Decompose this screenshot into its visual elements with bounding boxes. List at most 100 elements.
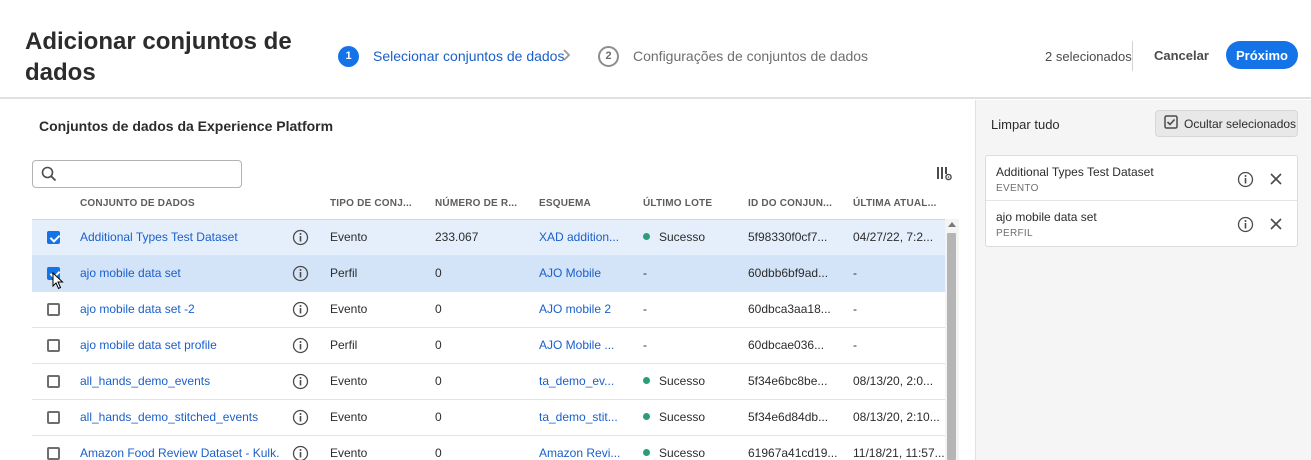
dataset-id: 60dbca3aa18... — [748, 302, 831, 316]
row-checkbox[interactable] — [47, 339, 60, 352]
last-updated: 08/13/20, 2:0... — [853, 374, 934, 388]
dataset-name[interactable]: all_hands_demo_stitched_events — [80, 410, 280, 424]
column-settings-icon[interactable] — [936, 165, 952, 186]
last-batch-status: Sucesso — [643, 446, 705, 460]
datasets-table: Additional Types Test Dataset Evento 233… — [32, 219, 945, 460]
schema-link[interactable]: Amazon Revi... — [539, 446, 620, 460]
table-row[interactable]: ajo mobile data set Perfil 0 AJO Mobile … — [32, 256, 945, 292]
table-row[interactable]: ajo mobile data set profile Perfil 0 AJO… — [32, 328, 945, 364]
step-1-number: 1 — [338, 45, 359, 67]
row-checkbox[interactable] — [47, 411, 60, 424]
record-count: 0 — [435, 302, 442, 316]
record-count: 0 — [435, 266, 442, 280]
last-batch-status: - — [643, 338, 647, 352]
step-1[interactable]: 1 Selecionar conjuntos de dados — [338, 45, 564, 67]
schema-link[interactable]: AJO Mobile — [539, 266, 601, 280]
status-success-dot — [643, 413, 650, 420]
dataset-name[interactable]: Additional Types Test Dataset — [80, 230, 280, 244]
record-count: 0 — [435, 446, 442, 460]
next-button[interactable]: Próximo — [1226, 41, 1298, 69]
column-header-records[interactable]: NÚMERO DE R... — [435, 198, 517, 209]
column-header-updated[interactable]: ÚLTIMA ATUAL... — [853, 198, 937, 209]
selected-panel: Limpar tudo Ocultar selecionados Additio… — [975, 100, 1311, 460]
section-title: Conjuntos de dados da Experience Platfor… — [39, 118, 334, 134]
chevron-right-icon — [562, 48, 572, 67]
list-item: Additional Types Test Dataset EVENTO — [986, 156, 1297, 201]
row-checkbox[interactable] — [47, 303, 60, 316]
column-header-last-batch[interactable]: ÚLTIMO LOTE — [643, 198, 712, 209]
info-icon[interactable] — [1237, 171, 1254, 193]
close-icon[interactable] — [1269, 217, 1283, 236]
table-row[interactable]: Additional Types Test Dataset Evento 233… — [32, 220, 945, 256]
table-row[interactable]: all_hands_demo_events Evento 0 ta_demo_e… — [32, 364, 945, 400]
dataset-name[interactable]: Amazon Food Review Dataset - Kulk... — [80, 446, 280, 460]
last-updated: - — [853, 302, 857, 316]
hide-selected-label: Ocultar selecionados — [1184, 116, 1297, 131]
table-header: CONJUNTO DE DADOS TIPO DE CONJ... NÚMERO… — [32, 196, 944, 218]
step-2-number: 2 — [598, 45, 619, 67]
scroll-thumb[interactable] — [947, 233, 956, 460]
info-icon[interactable] — [292, 265, 309, 287]
table-row[interactable]: Amazon Food Review Dataset - Kulk... Eve… — [32, 436, 945, 460]
dataset-name[interactable]: ajo mobile data set profile — [80, 338, 280, 352]
dataset-name[interactable]: ajo mobile data set -2 — [80, 302, 280, 316]
selected-count: 2 selecionados — [1045, 49, 1132, 64]
record-count: 0 — [435, 410, 442, 424]
status-success-dot — [643, 233, 650, 240]
column-header-type[interactable]: TIPO DE CONJ... — [330, 198, 412, 209]
dataset-name[interactable]: ajo mobile data set — [80, 266, 280, 280]
close-icon[interactable] — [1269, 172, 1283, 191]
search-input[interactable] — [32, 160, 242, 188]
selected-datasets-list: Additional Types Test Dataset EVENTO ajo… — [985, 155, 1298, 247]
last-batch-status: Sucesso — [643, 230, 705, 244]
selected-dataset-type: PERFIL — [996, 228, 1033, 239]
clear-all-button[interactable]: Limpar tudo — [991, 117, 1060, 132]
row-checkbox[interactable] — [47, 231, 60, 244]
last-batch-status: Sucesso — [643, 374, 705, 388]
row-checkbox[interactable] — [47, 375, 60, 388]
table-row[interactable]: ajo mobile data set -2 Evento 0 AJO mobi… — [32, 292, 945, 328]
table-scrollbar[interactable] — [945, 219, 959, 460]
schema-link[interactable]: ta_demo_stit... — [539, 410, 618, 424]
table-row[interactable]: all_hands_demo_stitched_events Evento 0 … — [32, 400, 945, 436]
info-icon[interactable] — [292, 409, 309, 431]
page-title: Adicionar conjuntos de dados — [25, 28, 292, 86]
info-icon[interactable] — [292, 337, 309, 359]
dataset-id: 5f34e6bc8be... — [748, 374, 828, 388]
info-icon[interactable] — [292, 373, 309, 395]
column-header-dataset[interactable]: CONJUNTO DE DADOS — [80, 198, 195, 209]
dataset-id: 60dbcae036... — [748, 338, 825, 352]
list-item: ajo mobile data set PERFIL — [986, 201, 1297, 246]
info-icon[interactable] — [1237, 216, 1254, 238]
cancel-button[interactable]: Cancelar — [1145, 41, 1218, 69]
dataset-id: 5f98330f0cf7... — [748, 230, 828, 244]
selected-dataset-name: Additional Types Test Dataset — [996, 165, 1154, 179]
schema-link[interactable]: XAD addition... — [539, 230, 619, 244]
column-header-id[interactable]: ID DO CONJUN... — [748, 198, 832, 209]
info-icon[interactable] — [292, 229, 309, 251]
schema-link[interactable]: AJO mobile 2 — [539, 302, 611, 316]
mouse-cursor-icon — [52, 271, 64, 295]
dataset-name[interactable]: all_hands_demo_events — [80, 374, 280, 388]
row-checkbox[interactable] — [47, 447, 60, 460]
hide-selected-button[interactable]: Ocultar selecionados — [1155, 110, 1298, 137]
schema-link[interactable]: ta_demo_ev... — [539, 374, 614, 388]
record-count: 0 — [435, 374, 442, 388]
record-count: 233.067 — [435, 230, 479, 244]
last-batch-status: - — [643, 302, 647, 316]
schema-link[interactable]: AJO Mobile ... — [539, 338, 614, 352]
step-2-label: Configurações de conjuntos de dados — [633, 48, 869, 64]
scroll-up-arrow-icon[interactable] — [948, 222, 956, 227]
last-batch-status: Sucesso — [643, 410, 705, 424]
step-2[interactable]: 2 Configurações de conjuntos de dados — [598, 45, 868, 67]
dataset-type: Evento — [330, 374, 368, 388]
column-header-schema[interactable]: ESQUEMA — [539, 198, 591, 209]
dataset-type: Evento — [330, 230, 368, 244]
status-success-dot — [643, 377, 650, 384]
selected-dataset-type: EVENTO — [996, 183, 1039, 194]
info-icon[interactable] — [292, 445, 309, 460]
dataset-type: Perfil — [330, 338, 358, 352]
info-icon[interactable] — [292, 301, 309, 323]
last-batch-status: - — [643, 266, 647, 280]
dataset-type: Perfil — [330, 266, 358, 280]
